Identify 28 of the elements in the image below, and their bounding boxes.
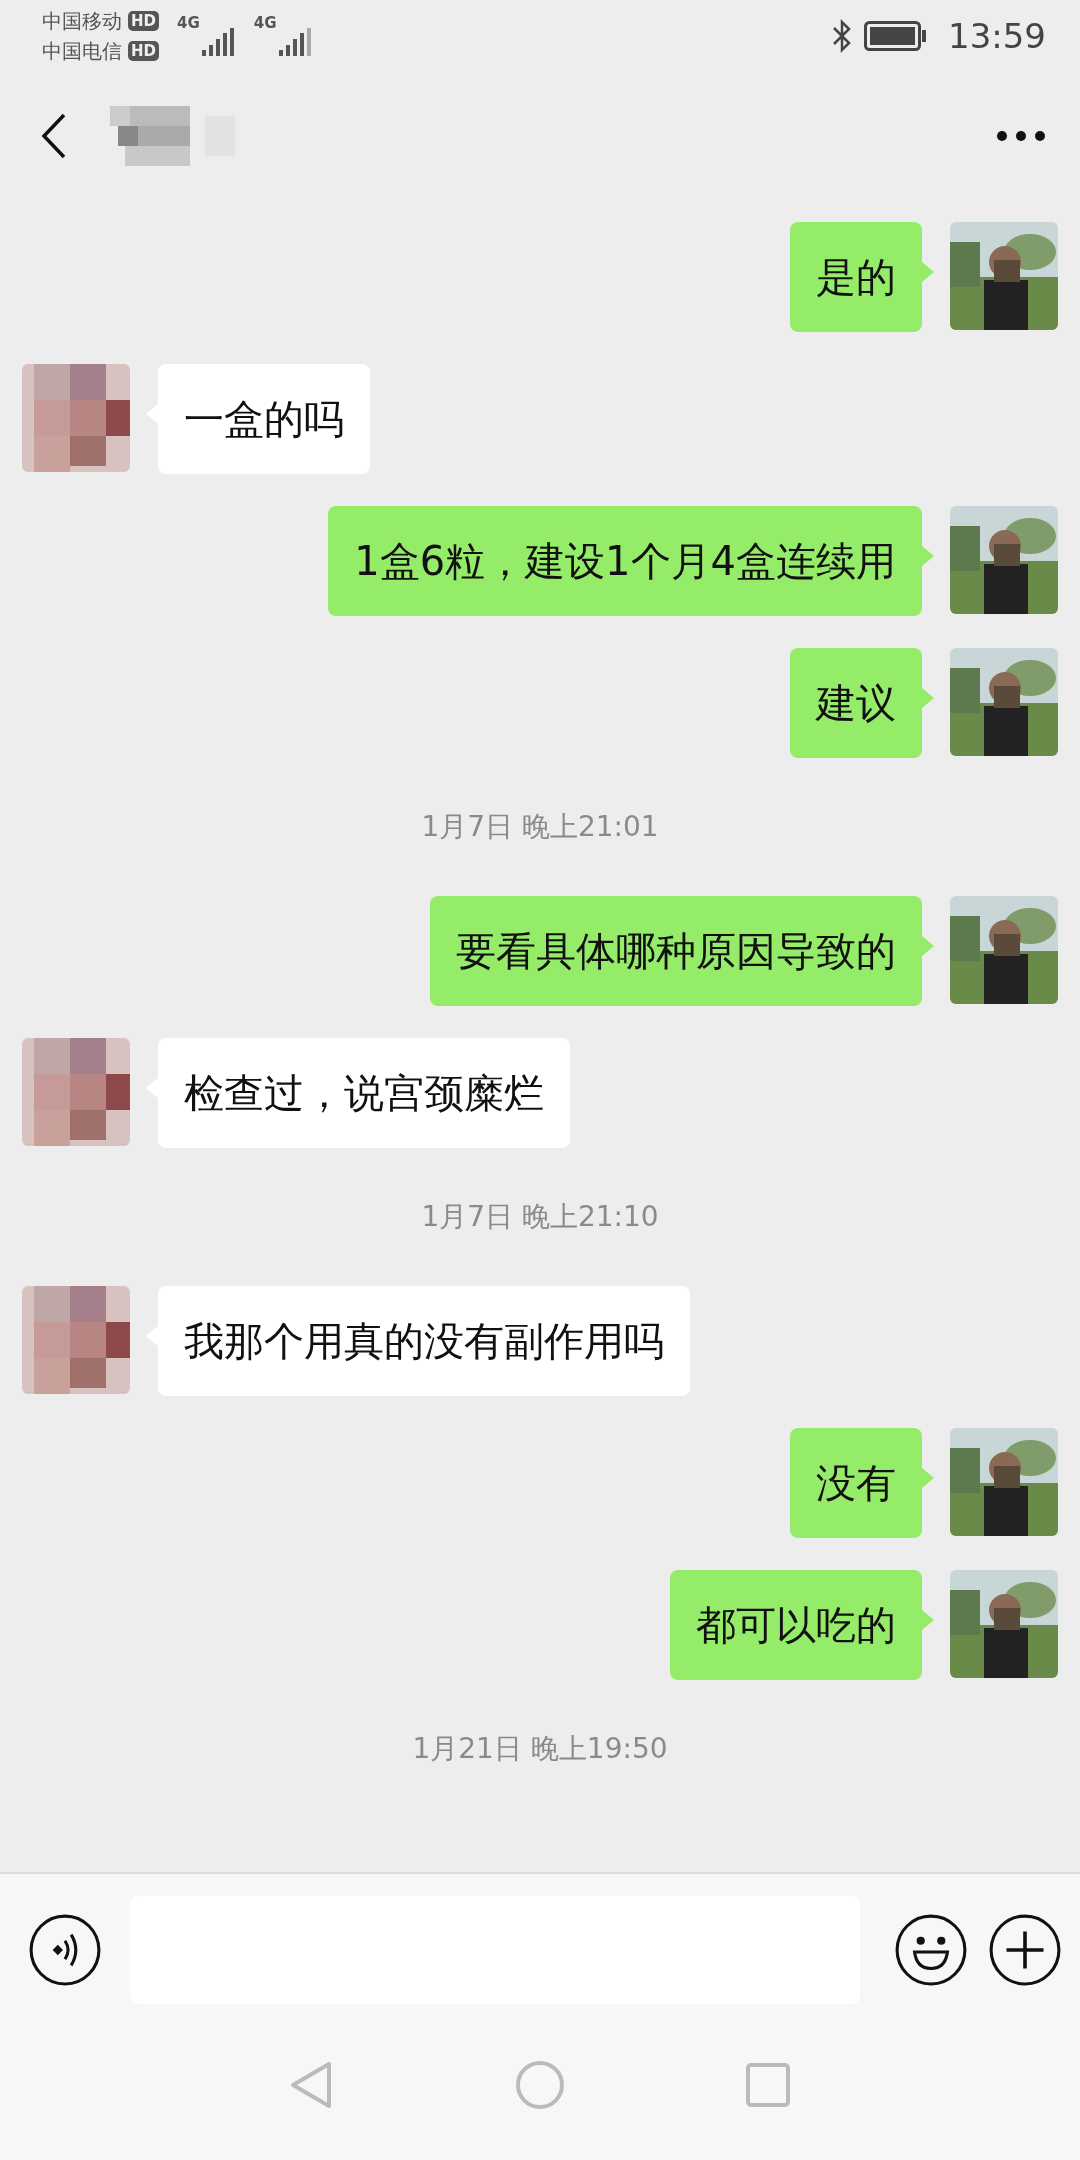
hd-badge: HD bbox=[128, 11, 159, 31]
timestamp: 1月7日 晚上21:10 bbox=[421, 1199, 659, 1235]
timestamp: 1月21日 晚上19:50 bbox=[412, 1731, 668, 1767]
message-bubble: 是的 bbox=[790, 222, 922, 332]
clock: 13:59 bbox=[948, 16, 1046, 56]
message-bubble: 我那个用真的没有副作用吗 bbox=[158, 1286, 690, 1396]
signal-icon bbox=[201, 28, 236, 58]
message-bubble: 没有 bbox=[790, 1428, 922, 1538]
network-type: 4G bbox=[253, 14, 277, 32]
message-bubble: 建议 bbox=[790, 648, 922, 758]
more-icon[interactable] bbox=[996, 130, 1046, 142]
signal-icon bbox=[278, 28, 313, 58]
message-bubble: 一盒的吗 bbox=[158, 364, 370, 474]
message-bubble: 要看具体哪种原因导致的 bbox=[430, 896, 922, 1006]
network-type: 4G bbox=[177, 14, 200, 32]
battery-icon bbox=[864, 21, 928, 51]
carrier-name: 中国移动 bbox=[42, 8, 122, 35]
message-bubble: 1盒6粒，建设1个月4盒连续用 bbox=[328, 506, 922, 616]
back-icon[interactable] bbox=[40, 112, 68, 160]
bluetooth-icon bbox=[832, 19, 852, 53]
message-bubble: 都可以吃的 bbox=[670, 1570, 922, 1680]
emoji-icon[interactable] bbox=[894, 1913, 968, 1987]
message-bubble: 检查过，说宫颈糜烂 bbox=[158, 1038, 570, 1148]
add-icon[interactable] bbox=[988, 1913, 1062, 1987]
hd-badge: HD bbox=[128, 41, 159, 61]
voice-icon[interactable] bbox=[28, 1913, 102, 1987]
timestamp: 1月7日 晚上21:01 bbox=[421, 809, 659, 845]
carrier-name: 中国电信 bbox=[42, 38, 122, 65]
